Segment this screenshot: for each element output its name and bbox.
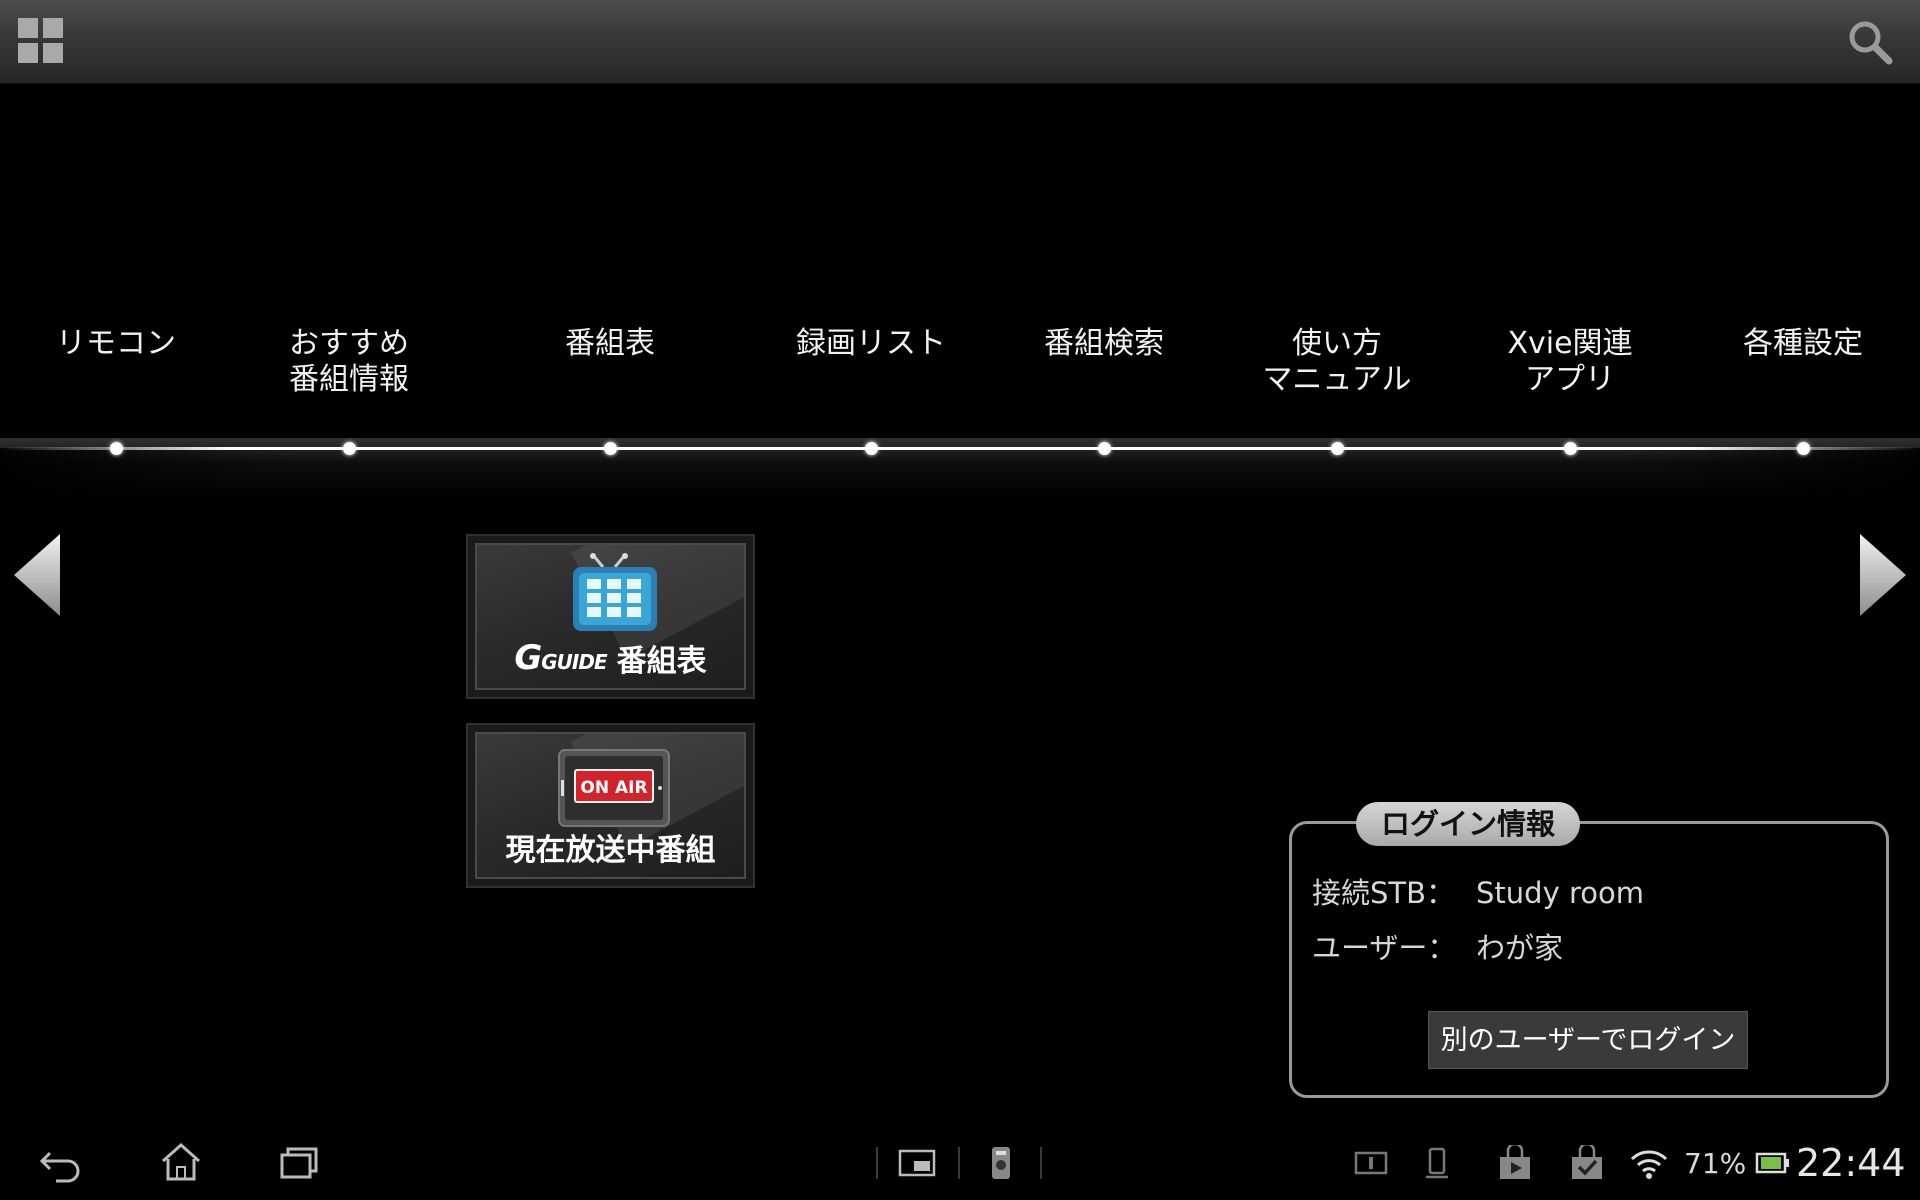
on-air-icon: ON AIR — [557, 748, 671, 828]
login-info-title: ログイン情報 — [1356, 802, 1580, 846]
clock: 22:44 — [1796, 1141, 1906, 1185]
timeline-dot — [342, 442, 356, 455]
timeline-dot — [109, 442, 123, 455]
tile-caption: GGUIDE 番組表 — [477, 636, 744, 680]
timeline-fade-left — [0, 448, 300, 494]
menu-item-recommended[interactable]: おすすめ 番組情報 — [239, 326, 459, 398]
gguide-logo: GGUIDE — [514, 638, 607, 678]
menu-item-manual[interactable]: 使い方 マニュアル — [1227, 326, 1447, 398]
menu-item-label: リモコン — [56, 326, 176, 361]
menu-item-label: 各種設定 — [1743, 326, 1863, 361]
timeline-dot — [864, 442, 878, 455]
separator — [958, 1147, 960, 1179]
timeline-fade-right — [1620, 448, 1920, 494]
stb-row: 接続STB： Study room — [1312, 870, 1644, 912]
tile-face: ON AIR 現在放送中番組 — [475, 732, 746, 879]
store-update-icon — [1572, 1145, 1602, 1179]
user-row: ユーザー： わが家 — [1312, 925, 1563, 967]
menu-item-label: Xvie関連 アプリ — [1507, 326, 1633, 397]
tv-icon — [573, 553, 657, 631]
remote-control-icon[interactable] — [982, 1145, 1020, 1181]
grid-icon[interactable] — [18, 18, 64, 64]
login-info-panel: ログイン情報 接続STB： Study room ユーザー： わが家 別のユーザーで… — [1289, 802, 1889, 1098]
menu-item-label: おすすめ 番組情報 — [289, 326, 409, 397]
tile-face: GGUIDE 番組表 — [475, 543, 746, 690]
tile-label: 現在放送中番組 — [505, 833, 716, 868]
menu-item-label: 番組表 — [565, 326, 655, 361]
on-air-badge: ON AIR — [580, 778, 648, 798]
separator — [876, 1147, 878, 1179]
battery-icon — [1755, 1152, 1789, 1174]
stb-value: Study room — [1476, 876, 1644, 910]
menu-item-remote[interactable]: リモコン — [6, 326, 226, 362]
tile-label: 番組表 — [616, 644, 707, 679]
timeline-dot — [1330, 442, 1344, 455]
user-value: わが家 — [1476, 931, 1564, 965]
arrow-left-icon[interactable] — [12, 532, 62, 618]
stb-label: 接続STB： — [1312, 876, 1456, 910]
switch-user-login-button[interactable]: 別のユーザーでログイン — [1428, 1011, 1748, 1069]
app-screen: リモコン おすすめ 番組情報 番組表 録画リスト 番組検索 使い方 マニュアル … — [0, 0, 1920, 1200]
device-notification-icon — [1426, 1147, 1448, 1179]
menu-item-recording-list[interactable]: 録画リスト — [761, 326, 981, 362]
battery-percent: 71% — [1684, 1147, 1747, 1180]
menu-item-program-search[interactable]: 番組検索 — [994, 326, 1214, 362]
timeline-dot — [1796, 442, 1810, 455]
search-icon[interactable] — [1846, 18, 1894, 66]
action-bar — [0, 0, 1920, 84]
home-icon[interactable] — [157, 1139, 205, 1183]
back-icon[interactable] — [38, 1139, 86, 1183]
menu-item-related-apps[interactable]: Xvie関連 アプリ — [1460, 326, 1680, 398]
menu-item-label: 番組検索 — [1044, 326, 1164, 361]
gguide-brand-text: GUIDE — [541, 650, 607, 674]
menu-item-program-guide[interactable]: 番組表 — [500, 326, 720, 362]
recent-apps-icon[interactable] — [276, 1139, 324, 1183]
menu-item-label: 使い方 マニュアル — [1262, 326, 1412, 397]
arrow-right-icon[interactable] — [1858, 532, 1908, 618]
play-store-icon — [1500, 1145, 1530, 1179]
menu-item-settings[interactable]: 各種設定 — [1693, 326, 1913, 362]
wifi-icon — [1630, 1150, 1668, 1179]
timeline-line — [0, 447, 1920, 450]
user-label: ユーザー： — [1312, 931, 1457, 965]
program-guide-tile[interactable]: GGUIDE 番組表 — [466, 534, 755, 699]
notification-info-icon — [1354, 1151, 1388, 1175]
on-air-tile[interactable]: ON AIR 現在放送中番組 — [466, 723, 755, 888]
timeline-dot — [603, 442, 617, 455]
menu-item-label: 録画リスト — [796, 326, 946, 361]
separator — [1040, 1147, 1042, 1179]
system-bar: 71% 22:44 — [0, 1125, 1920, 1200]
timeline-dot — [1563, 442, 1577, 455]
timeline-dot — [1097, 442, 1111, 455]
small-app-window-icon[interactable] — [898, 1145, 936, 1181]
